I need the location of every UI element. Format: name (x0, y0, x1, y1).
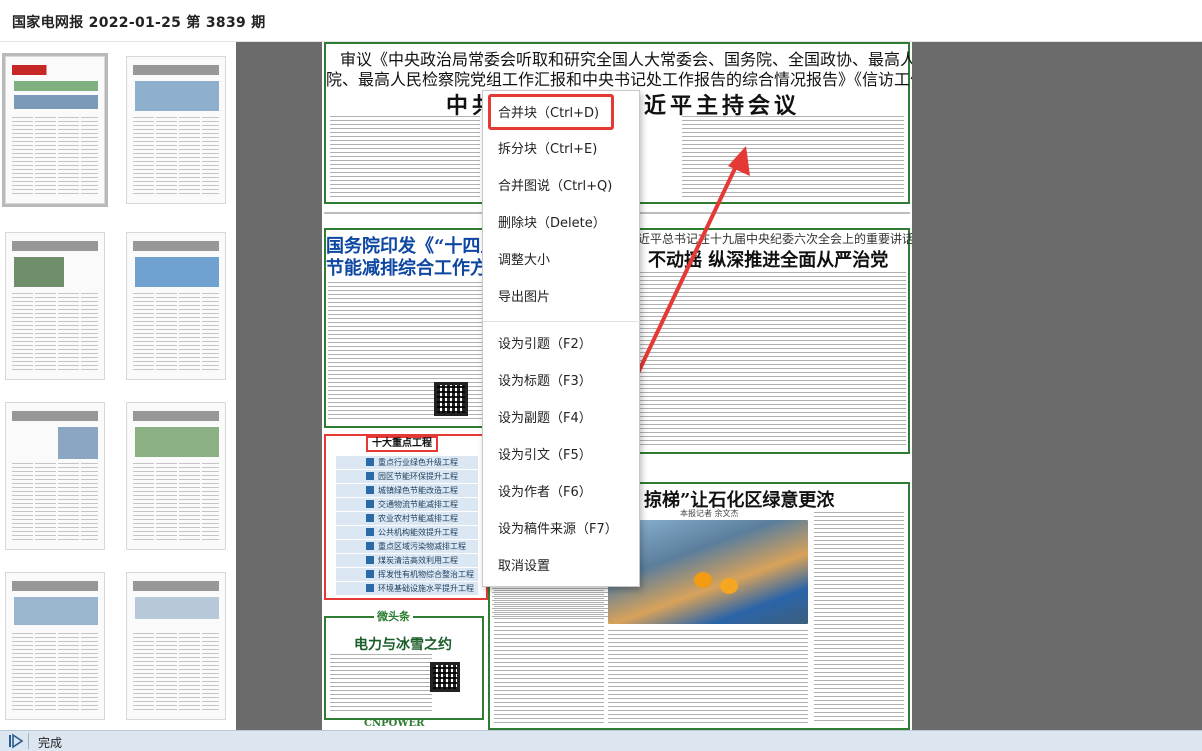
photo-graphic (135, 597, 219, 619)
bullet-icon (366, 500, 374, 508)
column-graphic (133, 117, 219, 197)
top-headline-line2: 院、最高人民检察院党组工作汇报和中央书记处工作报告的综合情况报告》《信访工作条例… (326, 70, 912, 89)
page-thumbnail-2[interactable] (126, 56, 226, 204)
headline-graphic (12, 241, 98, 251)
list-item: 煤炭清洁高效利用工程 (336, 554, 478, 567)
side-label: 微头条 (374, 608, 413, 624)
list-item: 重点行业绿色升级工程 (336, 456, 478, 469)
qr-code-image (434, 382, 468, 416)
bullet-icon (366, 486, 374, 494)
headline-graphic (133, 581, 219, 591)
headline-graphic (14, 81, 98, 91)
bullet-icon (366, 514, 374, 522)
column-graphic (133, 463, 219, 543)
menu-item-export-image[interactable]: 导出图片 (498, 289, 550, 307)
menu-item-set-author[interactable]: 设为作者（F6） (498, 484, 592, 502)
bullet-icon (366, 528, 374, 536)
menu-item-merge-caption[interactable]: 合并图说（Ctrl+Q) (498, 178, 612, 196)
bullet-icon (366, 584, 374, 592)
photo-graphic (135, 257, 219, 287)
column-graphic (12, 633, 98, 713)
menu-item-set-title[interactable]: 设为标题（F3） (498, 373, 592, 391)
qr-code-image (430, 662, 460, 692)
photo-graphic (135, 427, 219, 457)
photo-graphic (14, 95, 98, 109)
headline-graphic (12, 411, 98, 421)
feature-title: 掠梯”让石化区绿意更浓 (644, 490, 835, 511)
headline-graphic (12, 581, 98, 591)
column-graphic (133, 293, 219, 373)
list-item: 农业农村节能减排工程 (336, 512, 478, 525)
column-graphic (12, 293, 98, 373)
menu-item-clear-setting[interactable]: 取消设置 (498, 558, 550, 576)
bullet-icon (366, 570, 374, 578)
status-text: 完成 (38, 736, 63, 750)
list-item: 重点区域污染物减排工程 (336, 540, 478, 553)
photo-graphic (14, 257, 64, 287)
page-thumbnail-1[interactable] (2, 53, 108, 207)
list-item: 交通物流节能减排工程 (336, 498, 478, 511)
page-thumbnail-7[interactable] (5, 572, 105, 720)
photo-graphic (14, 597, 98, 625)
bullet-icon (366, 556, 374, 564)
list-item: 公共机构能效提升工程 (336, 526, 478, 539)
photo-graphic (58, 427, 98, 459)
page-viewer[interactable]: 审议《中央政治局常委会听取和研究全国人大常委会、国务院、全国政协、最高人民法 院… (236, 42, 1202, 730)
article-text (628, 272, 906, 448)
menu-item-set-subtitle[interactable]: 设为副题（F4） (498, 410, 592, 428)
menu-item-set-lead[interactable]: 设为引文（F5） (498, 447, 592, 465)
list-item: 园区节能环保提升工程 (336, 470, 478, 483)
article-text (682, 116, 904, 200)
hardhat-graphic (720, 578, 738, 594)
list-item: 环境基础设施水平提升工程 (336, 582, 478, 595)
page-thumbnail-3[interactable] (5, 232, 105, 380)
headline-graphic (133, 65, 219, 75)
menu-item-resize[interactable]: 调整大小 (498, 252, 550, 270)
hardhat-graphic (694, 572, 712, 588)
page-thumbnail-5[interactable] (5, 402, 105, 550)
column-graphic (12, 117, 98, 197)
menu-item-set-kicker[interactable]: 设为引题（F2） (498, 336, 592, 354)
article-text (814, 512, 904, 724)
page-thumbnail-8[interactable] (126, 572, 226, 720)
masthead-graphic (12, 65, 98, 75)
footer-logo: CNPOWER (364, 718, 425, 729)
right-article-title: 不动摇 纵深推进全面从严治党 (648, 250, 889, 271)
window-title: 国家电网报 2022-01-25 第 3839 期 (12, 15, 266, 31)
menu-item-set-source[interactable]: 设为稿件来源（F7） (498, 521, 618, 539)
list-item: 挥发性有机物综合整治工程 (336, 568, 478, 581)
thumbnail-panel[interactable] (0, 42, 236, 730)
headline-graphic (133, 241, 219, 251)
app-window: 国家电网报 2022-01-25 第 3839 期 审议《中央政治局常委会听取和… (0, 0, 1202, 751)
side-title: 电力与冰雪之约 (354, 637, 452, 653)
play-toggle-icon[interactable] (6, 733, 24, 749)
feature-byline: 本报记者 余文杰 (680, 509, 739, 518)
column-graphic (133, 633, 219, 713)
status-divider (28, 733, 29, 749)
list-title: 十大重点工程 (366, 436, 438, 452)
headline-graphic (133, 411, 219, 421)
column-graphic (12, 463, 98, 543)
menu-separator (483, 321, 641, 322)
selected-list-block[interactable]: 十大重点工程 重点行业绿色升级工程 园区节能环保提升工程 城镇绿色节能改造工程 … (324, 434, 488, 600)
right-article-kicker: 习近平总书记在十九届中央纪委六次全会上的重要讲话精神 (626, 232, 912, 246)
menu-item-split-block[interactable]: 拆分块（Ctrl+E) (498, 141, 597, 159)
article-text (608, 630, 808, 724)
list-item: 城镇绿色节能改造工程 (336, 484, 478, 497)
menu-item-merge-block[interactable]: 合并块（Ctrl+D) (498, 105, 599, 123)
page-thumbnail-6[interactable] (126, 402, 226, 550)
context-menu[interactable]: 合并块（Ctrl+D) 拆分块（Ctrl+E) 合并图说（Ctrl+Q) 删除块… (482, 90, 641, 587)
article-text (330, 116, 480, 200)
bullet-icon (366, 458, 374, 466)
bullet-icon (366, 472, 374, 480)
page-thumbnail-4[interactable] (126, 232, 226, 380)
status-bar: 完成 (0, 730, 1202, 751)
title-bar: 国家电网报 2022-01-25 第 3839 期 (0, 0, 1202, 42)
article-text (330, 654, 432, 712)
photo-graphic (135, 81, 219, 111)
bullet-icon (366, 542, 374, 550)
menu-item-delete-block[interactable]: 删除块（Delete） (498, 215, 606, 233)
